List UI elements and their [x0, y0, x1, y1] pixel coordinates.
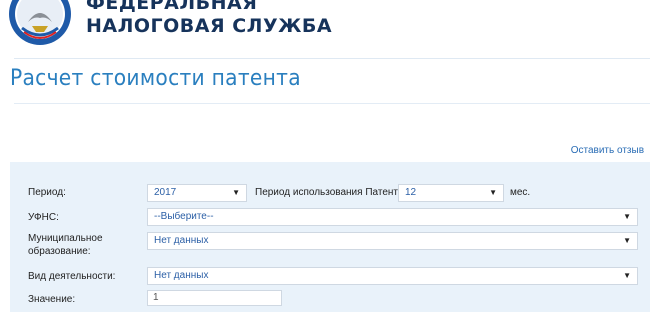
org-name-line2: НАЛОГОВАЯ СЛУЖБА — [86, 15, 333, 37]
period-value: 2017 — [154, 187, 177, 198]
usage-period-label: Период использования Патента: — [255, 187, 407, 198]
municipal-value: Нет данных — [154, 235, 209, 246]
chevron-down-icon: ▼ — [623, 212, 631, 221]
feedback-link[interactable]: Оставить отзыв — [571, 145, 644, 156]
usage-period-select[interactable]: 12 ▼ — [398, 184, 504, 202]
title-divider — [14, 103, 650, 104]
header-divider — [14, 58, 650, 59]
usage-period-value: 12 — [405, 187, 417, 198]
page-title: Расчет стоимости патента — [10, 66, 301, 91]
ufns-label: УФНС: — [28, 212, 59, 223]
activity-select[interactable]: Нет данных ▼ — [147, 267, 638, 285]
org-name: ФЕДЕРАЛЬНАЯ НАЛОГОВАЯ СЛУЖБА — [86, 0, 332, 38]
activity-value: Нет данных — [154, 270, 209, 281]
fns-emblem-logo[interactable] — [8, 0, 72, 46]
municipal-label-line2: образование: — [28, 246, 91, 257]
ufns-value: --Выберите-- — [154, 211, 214, 222]
municipal-select[interactable]: Нет данных ▼ — [147, 232, 638, 250]
municipal-label: Муниципальное образование: — [28, 232, 103, 258]
calculation-form: Период: 2017 ▼ Период использования Пате… — [10, 162, 650, 312]
site-header: ФЕДЕРАЛЬНАЯ НАЛОГОВАЯ СЛУЖБА — [0, 0, 660, 56]
activity-label: Вид деятельности: — [28, 271, 116, 282]
org-name-line1: ФЕДЕРАЛЬНАЯ — [86, 0, 258, 14]
usage-unit-label: мес. — [510, 187, 531, 198]
period-label: Период: — [28, 187, 66, 198]
chevron-down-icon: ▼ — [489, 188, 497, 197]
chevron-down-icon: ▼ — [232, 188, 240, 197]
period-select[interactable]: 2017 ▼ — [147, 184, 247, 202]
municipal-label-line1: Муниципальное — [28, 233, 103, 244]
ufns-select[interactable]: --Выберите-- ▼ — [147, 208, 638, 226]
chevron-down-icon: ▼ — [623, 236, 631, 245]
value-input[interactable]: 1 — [147, 290, 282, 306]
chevron-down-icon: ▼ — [623, 271, 631, 280]
